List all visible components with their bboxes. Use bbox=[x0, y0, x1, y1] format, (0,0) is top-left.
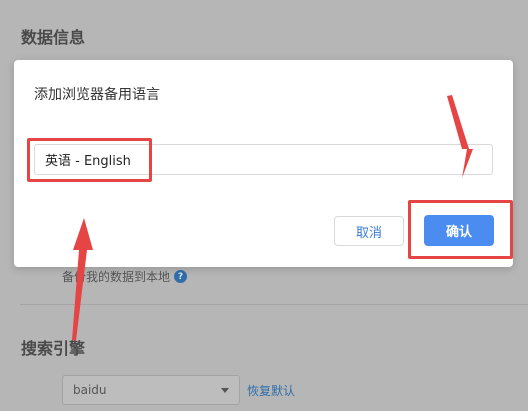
backup-data-label: 备份我的数据到本地 bbox=[62, 270, 171, 284]
add-language-dialog: 添加浏览器备用语言 取消 确认 bbox=[14, 60, 513, 267]
backup-data-option: 备份我的数据到本地 ? bbox=[62, 268, 188, 285]
data-info-section-title: 数据信息 bbox=[21, 28, 86, 47]
help-icon: ? bbox=[174, 270, 188, 283]
dialog-title: 添加浏览器备用语言 bbox=[34, 87, 160, 103]
language-input[interactable] bbox=[34, 144, 493, 175]
search-engine-select-value: baidu bbox=[73, 383, 107, 397]
search-engine-select: baidu bbox=[62, 375, 240, 405]
confirm-button[interactable]: 确认 bbox=[424, 215, 494, 246]
section-divider bbox=[20, 304, 528, 305]
chevron-down-icon bbox=[221, 387, 229, 393]
restore-default-link: 恢复默认 bbox=[247, 384, 296, 398]
cancel-button[interactable]: 取消 bbox=[334, 216, 404, 246]
search-engine-section-title: 搜索引擎 bbox=[21, 339, 86, 358]
